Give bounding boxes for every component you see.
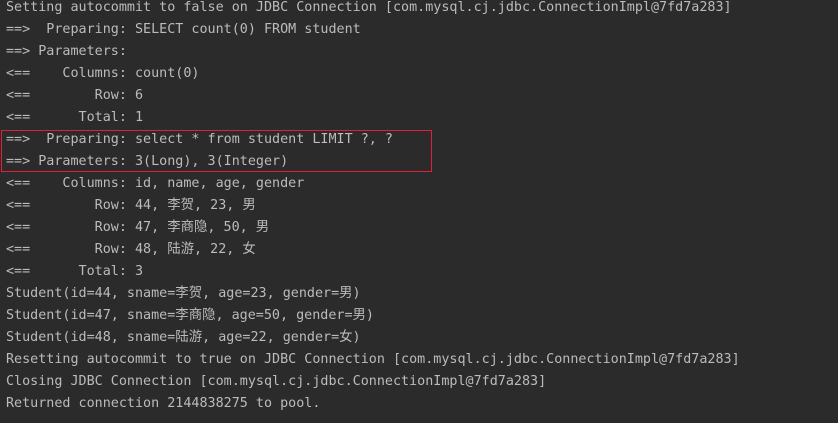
console-line: Student(id=48, sname=陆游, age=22, gender=… [6,330,361,345]
console-line: ==> Preparing: select * from student LIM… [6,132,393,147]
console-line: ==> Parameters: [6,44,135,59]
console-line: Resetting autocommit to true on JDBC Con… [6,352,740,367]
console-output[interactable]: Setting autocommit to false on JDBC Conn… [0,0,838,423]
console-line: <== Row: 44, 李贺, 23, 男 [6,198,256,213]
console-line: <== Row: 48, 陆游, 22, 女 [6,242,256,257]
console-line: Student(id=44, sname=李贺, age=23, gender=… [6,286,361,301]
console-line: <== Row: 6 [6,88,144,103]
console-line: Returned connection 2144838275 to pool. [6,396,321,411]
console-line: Closing JDBC Connection [com.mysql.cj.jd… [6,374,547,389]
console-line: <== Total: 3 [6,264,144,279]
console-line: ==> Parameters: 3(Long), 3(Integer) [6,154,289,169]
console-line: <== Total: 1 [6,110,144,125]
console-line: ==> Preparing: SELECT count(0) FROM stud… [6,22,361,37]
console-line: Student(id=47, sname=李商隐, age=50, gender… [6,308,374,323]
console-line: Setting autocommit to false on JDBC Conn… [6,0,732,15]
console-line: <== Columns: count(0) [6,66,200,81]
console-line: <== Columns: id, name, age, gender [6,176,305,191]
console-line: <== Row: 47, 李商隐, 50, 男 [6,220,270,235]
